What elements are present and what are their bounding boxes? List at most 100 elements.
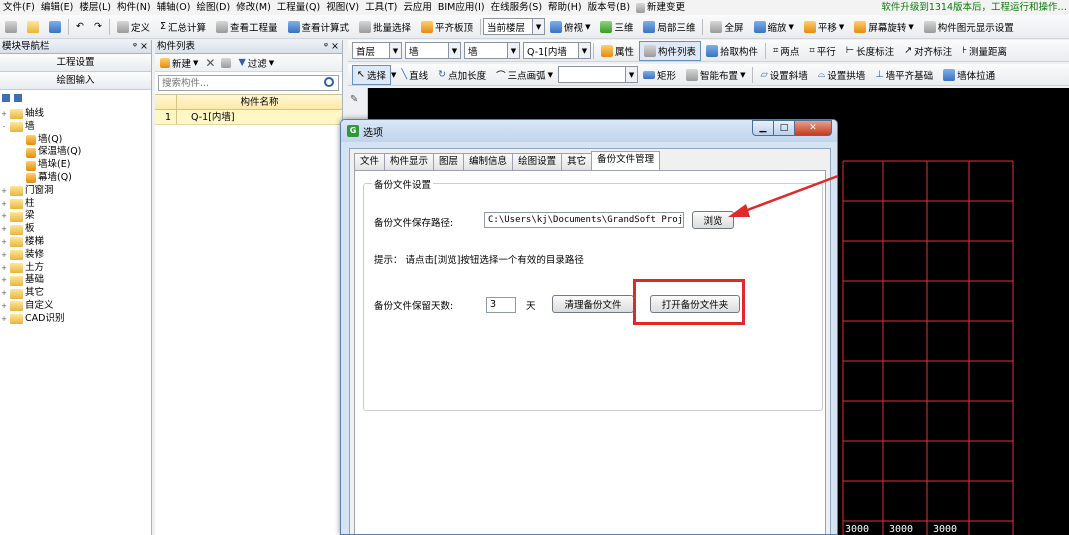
pencil-icon[interactable]: ✎ (350, 94, 358, 105)
expand-icon[interactable]: + (0, 185, 8, 198)
dialog-tab[interactable]: 备份文件管理 (591, 151, 661, 170)
close-button[interactable]: ✕ (794, 120, 832, 136)
copy-icon[interactable] (221, 57, 232, 68)
table-row[interactable]: 1 Q-1[内墙] (155, 110, 342, 125)
floor-select-dropdown[interactable]: 当前楼层 ▼ (483, 18, 546, 35)
define-button[interactable]: 定义 (112, 17, 155, 37)
line-button[interactable]: ╲ 直线 (396, 65, 433, 85)
zoom-button[interactable]: 缩放 ▼ (749, 17, 799, 37)
arc-options-dropdown[interactable]: ▼ (558, 66, 639, 83)
wall-stretch-button[interactable]: 墙体拉通 (938, 65, 1000, 85)
type-dropdown-1[interactable]: 墙 ▼ (405, 42, 461, 59)
tree-node[interactable]: + 板 (0, 223, 151, 236)
dialog-tab[interactable]: 绘图设置 (512, 153, 563, 170)
tree-node[interactable]: 保温墙(Q) (0, 146, 151, 159)
expand-icon[interactable]: + (0, 300, 8, 313)
tree-node[interactable]: + 装修 (0, 249, 151, 262)
arc-button[interactable]: ⌒ 三点画弧 ▼ (491, 65, 558, 85)
menu-new-change[interactable]: 新建变更 (633, 0, 688, 15)
tree-node[interactable]: + 其它 (0, 287, 151, 300)
tree-node[interactable]: 墙(Q) (0, 134, 151, 147)
tree-node[interactable]: 墙垛(E) (0, 159, 151, 172)
dialog-tab[interactable]: 图层 (433, 153, 465, 170)
expand-icon[interactable]: + (0, 236, 8, 249)
new-file-button[interactable] (0, 17, 22, 37)
delete-icon[interactable]: ✕ (205, 56, 215, 70)
select-button[interactable]: ↖ 选择 (352, 64, 391, 85)
search-icon[interactable] (324, 77, 334, 87)
filter-button[interactable]: ▼ 过滤 ▼ (237, 55, 275, 71)
collapse-all-icon[interactable] (14, 94, 22, 102)
summary-calc-button[interactable]: Σ 汇总计算 (155, 17, 211, 37)
length-mark-button[interactable]: ⊢ 长度标注 (841, 41, 899, 61)
pick-component-button[interactable]: 拾取构件 (701, 41, 763, 61)
component-search-input[interactable] (159, 76, 309, 90)
dialog-tab[interactable]: 构件显示 (384, 153, 435, 170)
view-formula-button[interactable]: 查看计算式 (283, 17, 355, 37)
menu-aux-axis[interactable]: 辅轴(O) (154, 0, 194, 15)
expand-icon[interactable]: + (0, 249, 8, 262)
floor-dropdown[interactable]: 首层 ▼ (352, 42, 402, 59)
property-button[interactable]: 属性 (596, 41, 639, 61)
tree-node[interactable]: + 土方 (0, 262, 151, 275)
expand-icon[interactable]: + (0, 313, 8, 326)
measure-distance-button[interactable]: ⊦ 测量距离 (957, 41, 1012, 61)
menu-floor[interactable]: 楼层(L) (76, 0, 114, 15)
tree-node[interactable]: + 自定义 (0, 300, 151, 313)
expand-icon[interactable]: + (0, 262, 8, 275)
menu-draw[interactable]: 绘图(D) (193, 0, 233, 15)
menu-bim[interactable]: BIM应用(I) (435, 0, 488, 15)
menu-edit[interactable]: 编辑(E) (38, 0, 76, 15)
align-mark-button[interactable]: ↗ 对齐标注 (899, 41, 957, 61)
upgrade-notice[interactable]: 软件升级到1314版本后，工程运行和操作… (877, 0, 1067, 15)
undo-button[interactable]: ↶ (71, 17, 89, 37)
backup-path-field[interactable]: C:\Users\kj\Documents\GrandSoft Projects… (484, 212, 684, 228)
rectangle-button[interactable]: 矩形 (638, 65, 681, 85)
tree-node[interactable]: + 轴线 (0, 108, 151, 121)
tree-node[interactable]: + 基础 (0, 274, 151, 287)
type-dropdown-2[interactable]: 墙 ▼ (464, 42, 520, 59)
close-icon[interactable]: × (331, 40, 339, 54)
tree-node[interactable]: 幕墙(Q) (0, 172, 151, 185)
dialog-title-bar[interactable]: G 选项 ▁ □ ✕ (341, 120, 837, 142)
new-component-button[interactable]: 新建 ▼ (159, 55, 199, 71)
browse-button[interactable]: 浏览 (692, 211, 734, 229)
two-points-button[interactable]: ⌗ 两点 (768, 41, 804, 61)
tree-node[interactable]: + 楼梯 (0, 236, 151, 249)
menu-quantity[interactable]: 工程量(Q) (274, 0, 323, 15)
tree-node[interactable]: + 梁 (0, 210, 151, 223)
expand-icon[interactable]: + (0, 210, 8, 223)
local-3d-button[interactable]: 局部三维 (638, 17, 700, 37)
align-base-button[interactable]: ⊥ 墙平齐基础 (870, 65, 938, 85)
batch-select-button[interactable]: 批量选择 (354, 17, 416, 37)
set-arch-wall-button[interactable]: ⌓ 设置拱墙 (813, 65, 871, 85)
expand-all-icon[interactable] (2, 94, 10, 102)
rotate-button[interactable]: 屏幕旋转 ▼ (849, 17, 918, 37)
maximize-button[interactable]: □ (773, 120, 795, 136)
tree-node[interactable]: + 柱 (0, 198, 151, 211)
drawing-input-button[interactable]: 绘图输入 (0, 72, 151, 90)
component-dropdown[interactable]: Q-1[内墙 ▼ (523, 42, 591, 59)
menu-view[interactable]: 视图(V) (323, 0, 362, 15)
save-button[interactable] (44, 17, 66, 37)
menu-cloud[interactable]: 云应用 (400, 0, 435, 15)
tree-node[interactable]: + 门窗洞 (0, 185, 151, 198)
menu-online[interactable]: 在线服务(S) (488, 0, 545, 15)
display-settings-button[interactable]: 构件图元显示设置 (919, 17, 1019, 37)
smart-layout-button[interactable]: 智能布置 ▼ (681, 65, 750, 85)
collapse-icon[interactable]: - (0, 121, 8, 134)
menu-component[interactable]: 构件(N) (114, 0, 154, 15)
set-slope-wall-button[interactable]: ▱ 设置斜墙 (755, 65, 812, 85)
dialog-tab[interactable]: 编制信息 (463, 153, 514, 170)
menu-file[interactable]: 文件(F) (0, 0, 38, 15)
point-length-button[interactable]: ↻ 点加长度 (433, 65, 491, 85)
fullscreen-button[interactable]: 全屏 (705, 17, 748, 37)
parallel-button[interactable]: ⌗ 平行 (804, 41, 840, 61)
view-quantity-button[interactable]: 查看工程量 (211, 17, 283, 37)
pan-button[interactable]: 平移 ▼ (799, 17, 849, 37)
expand-icon[interactable]: + (0, 108, 8, 121)
align-top-button[interactable]: 平齐板顶 (416, 17, 478, 37)
tree-node[interactable]: -墙 (0, 121, 151, 134)
dialog-tab[interactable]: 其它 (561, 153, 593, 170)
expand-icon[interactable]: + (0, 223, 8, 236)
